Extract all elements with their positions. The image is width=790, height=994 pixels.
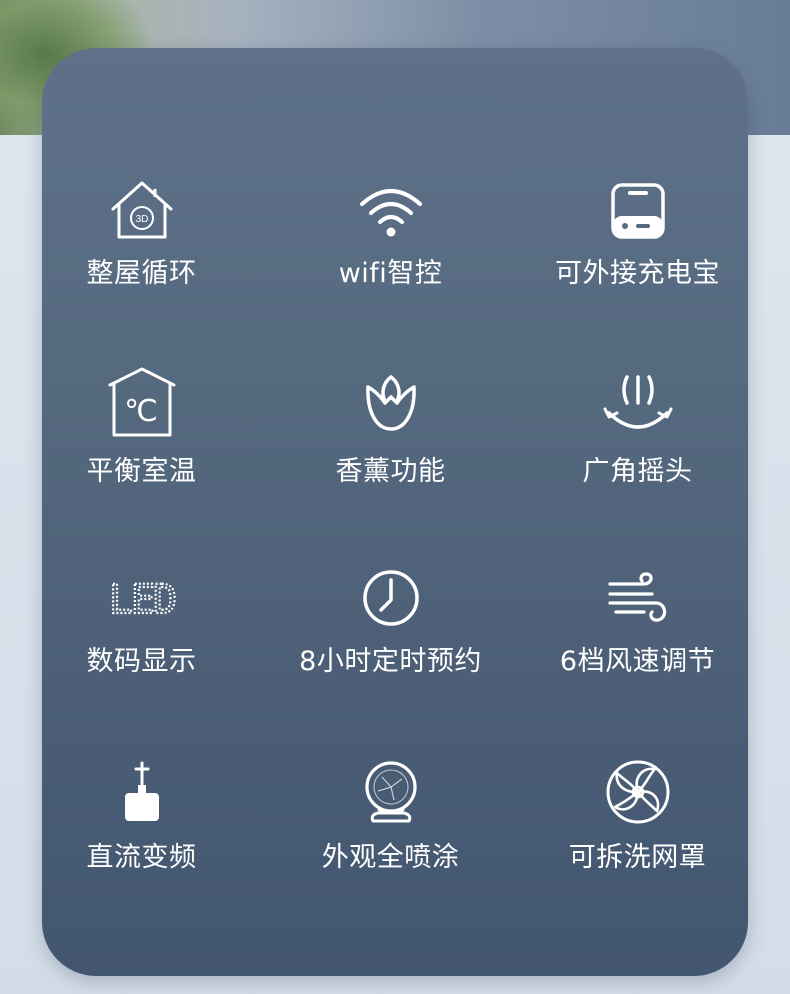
house-3d-icon: 3D — [92, 170, 192, 250]
feature-label: 整屋循环 — [86, 258, 197, 289]
wind-icon — [588, 558, 688, 638]
wide-angle-oscillation-icon — [588, 358, 688, 448]
feature-timer: 8小时定时预约 — [273, 558, 508, 680]
feature-label: 外观全喷涂 — [321, 842, 460, 873]
feature-label: 平衡室温 — [86, 456, 197, 487]
feature-dc-inverter: 直流变频 — [24, 750, 259, 876]
feature-label: 数码显示 — [86, 646, 197, 677]
feature-wide-angle-oscillation: 广角摇头 — [520, 358, 755, 490]
temperature-symbol: ℃ — [124, 394, 158, 429]
feature-wind-speed: 6档风速调节 — [520, 558, 755, 680]
led-text: LED — [108, 577, 174, 623]
feature-full-spray-finish: 外观全喷涂 — [273, 750, 508, 876]
wifi-icon — [341, 170, 441, 250]
feature-wifi-control: wifi智控 — [273, 170, 508, 292]
feature-label: 6档风速调节 — [559, 646, 716, 677]
feature-label: 8小时定时预约 — [299, 646, 482, 677]
feature-label: wifi智控 — [338, 258, 443, 289]
feature-aroma: 香薰功能 — [273, 358, 508, 490]
house-badge-text: 3D — [135, 214, 148, 225]
room-temperature-icon: ℃ — [92, 358, 192, 448]
feature-label: 广角摇头 — [582, 456, 693, 487]
features-panel: 3D 整屋循环 wifi智控 可外接充电宝 ℃ 平衡室温 香薰功能 广角摇头 L… — [42, 48, 748, 976]
feature-label: 直流变频 — [86, 842, 197, 873]
feature-label: 香薰功能 — [335, 456, 446, 487]
led-display-icon: LED — [92, 558, 192, 638]
aroma-flower-icon — [341, 358, 441, 448]
clock-icon — [341, 558, 441, 638]
feature-balanced-temperature: ℃ 平衡室温 — [24, 358, 259, 490]
fan-body-icon — [341, 750, 441, 834]
dc-battery-icon — [92, 750, 192, 834]
feature-power-bank: 可外接充电宝 — [520, 170, 755, 292]
feature-whole-house-circulation: 3D 整屋循环 — [24, 170, 259, 292]
feature-removable-grille: 可拆洗网罩 — [520, 750, 755, 876]
power-bank-icon — [588, 170, 688, 250]
fan-grille-icon — [588, 750, 688, 834]
feature-label: 可外接充电宝 — [555, 258, 720, 289]
feature-digital-display: LED 数码显示 — [24, 558, 259, 680]
feature-label: 可拆洗网罩 — [568, 842, 707, 873]
